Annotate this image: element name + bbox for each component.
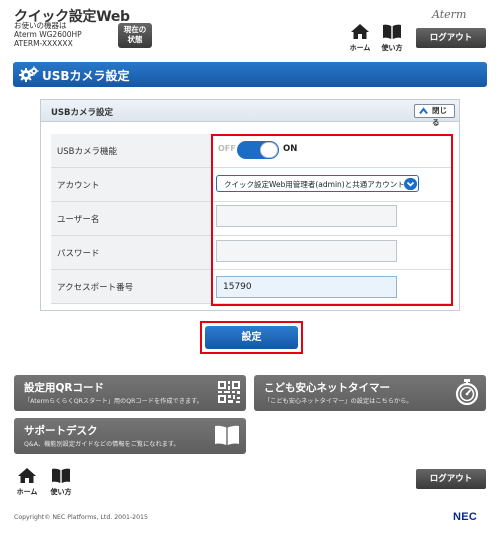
row-label: アクセスポート番号 (51, 270, 213, 303)
gear-icon (19, 66, 39, 82)
nec-logo: NEC (453, 511, 478, 523)
device-model: Aterm WG2600HP (14, 30, 82, 39)
row-label: パスワード (51, 236, 213, 269)
stopwatch-icon (455, 379, 479, 405)
help-nav-label: 使い方 (381, 44, 403, 52)
toggle-track[interactable] (237, 141, 279, 159)
panel-title: USBカメラ設定 (51, 108, 114, 118)
password-input[interactable] (216, 240, 397, 262)
toggle-on-label: ON (283, 144, 298, 154)
footer-home-label: ホーム (16, 488, 38, 496)
row-label: アカウント (51, 168, 213, 201)
row-label: ユーザー名 (51, 202, 213, 235)
tile-title: こども安心ネットタイマー (264, 382, 390, 394)
book-icon (383, 24, 401, 39)
footer-help-button[interactable]: 使い方 (48, 468, 74, 497)
footer-logout-button[interactable]: ログアウト (416, 469, 486, 489)
access-port-input[interactable] (216, 276, 397, 298)
book-icon (52, 468, 70, 483)
close-panel-button[interactable]: 閉じる (414, 104, 455, 127)
home-nav-label: ホーム (349, 44, 371, 52)
status-button-line2: 状態 (127, 35, 143, 44)
current-status-button[interactable]: 現在の 状態 (118, 23, 152, 48)
usb-camera-toggle[interactable]: OFF ON (218, 141, 298, 159)
page-title-band: USBカメラ設定 (13, 62, 487, 87)
status-button-line1: 現在の (123, 25, 147, 34)
row-label: USBカメラ機能 (51, 134, 213, 167)
tile-subtitle: 「こども安心ネットタイマー」の設定はこちらから。 (264, 398, 413, 405)
tile-title: サポートデスク (24, 425, 98, 437)
username-input[interactable] (216, 205, 397, 227)
header: クイック設定Web お使いの機器は Aterm WG2600HP ATERM-X… (0, 0, 500, 58)
qr-code-tile[interactable]: 設定用QRコード 「AtermらくらくQRスタート」用のQRコードを作成できます… (14, 375, 246, 411)
chevron-down-icon (404, 178, 417, 190)
account-select[interactable]: クイック設定Web用管理者(admin)と共通アカウント (216, 175, 419, 192)
kids-net-timer-tile[interactable]: こども安心ネットタイマー 「こども安心ネットタイマー」の設定はこちらから。 (254, 375, 486, 411)
tile-subtitle: 「AtermらくらくQRスタート」用のQRコードを作成できます。 (24, 398, 203, 405)
tile-subtitle: Q&A、機能別設定ガイドなどの情報をご覧になれます。 (24, 441, 180, 448)
device-info: お使いの機器は Aterm WG2600HP ATERM-XXXXXX (14, 21, 82, 48)
toggle-off-label: OFF (218, 144, 236, 153)
toggle-knob[interactable] (260, 142, 278, 158)
chevron-up-icon (419, 107, 428, 115)
tile-title: 設定用QRコード (24, 382, 105, 394)
qr-code-icon (218, 381, 240, 403)
home-icon (351, 24, 369, 39)
copyright-text: Copyright© NEC Platforms, Ltd. 2001-2015 (14, 514, 148, 521)
device-id: ATERM-XXXXXX (14, 39, 73, 48)
close-panel-label: 閉じる (432, 106, 447, 127)
support-desk-tile[interactable]: サポートデスク Q&A、機能別設定ガイドなどの情報をご覧になれます。 (14, 418, 246, 454)
help-nav-button[interactable]: 使い方 (379, 24, 405, 52)
page-title: USBカメラ設定 (42, 69, 130, 83)
logout-button[interactable]: ログアウト (416, 28, 486, 48)
footer-help-label: 使い方 (50, 488, 72, 496)
submit-highlight-box: 設定 (200, 321, 303, 354)
panel-header: USBカメラ設定 閉じる (41, 100, 459, 127)
account-select-value: クイック設定Web用管理者(admin)と共通アカウント (224, 180, 405, 189)
footer-home-button[interactable]: ホーム (14, 468, 40, 497)
aterm-logo: Aterm (432, 8, 467, 21)
device-label: お使いの機器は (14, 21, 67, 30)
submit-button[interactable]: 設定 (205, 326, 298, 349)
book-icon (215, 425, 239, 445)
home-icon (18, 468, 36, 483)
home-nav-button[interactable]: ホーム (347, 24, 373, 52)
